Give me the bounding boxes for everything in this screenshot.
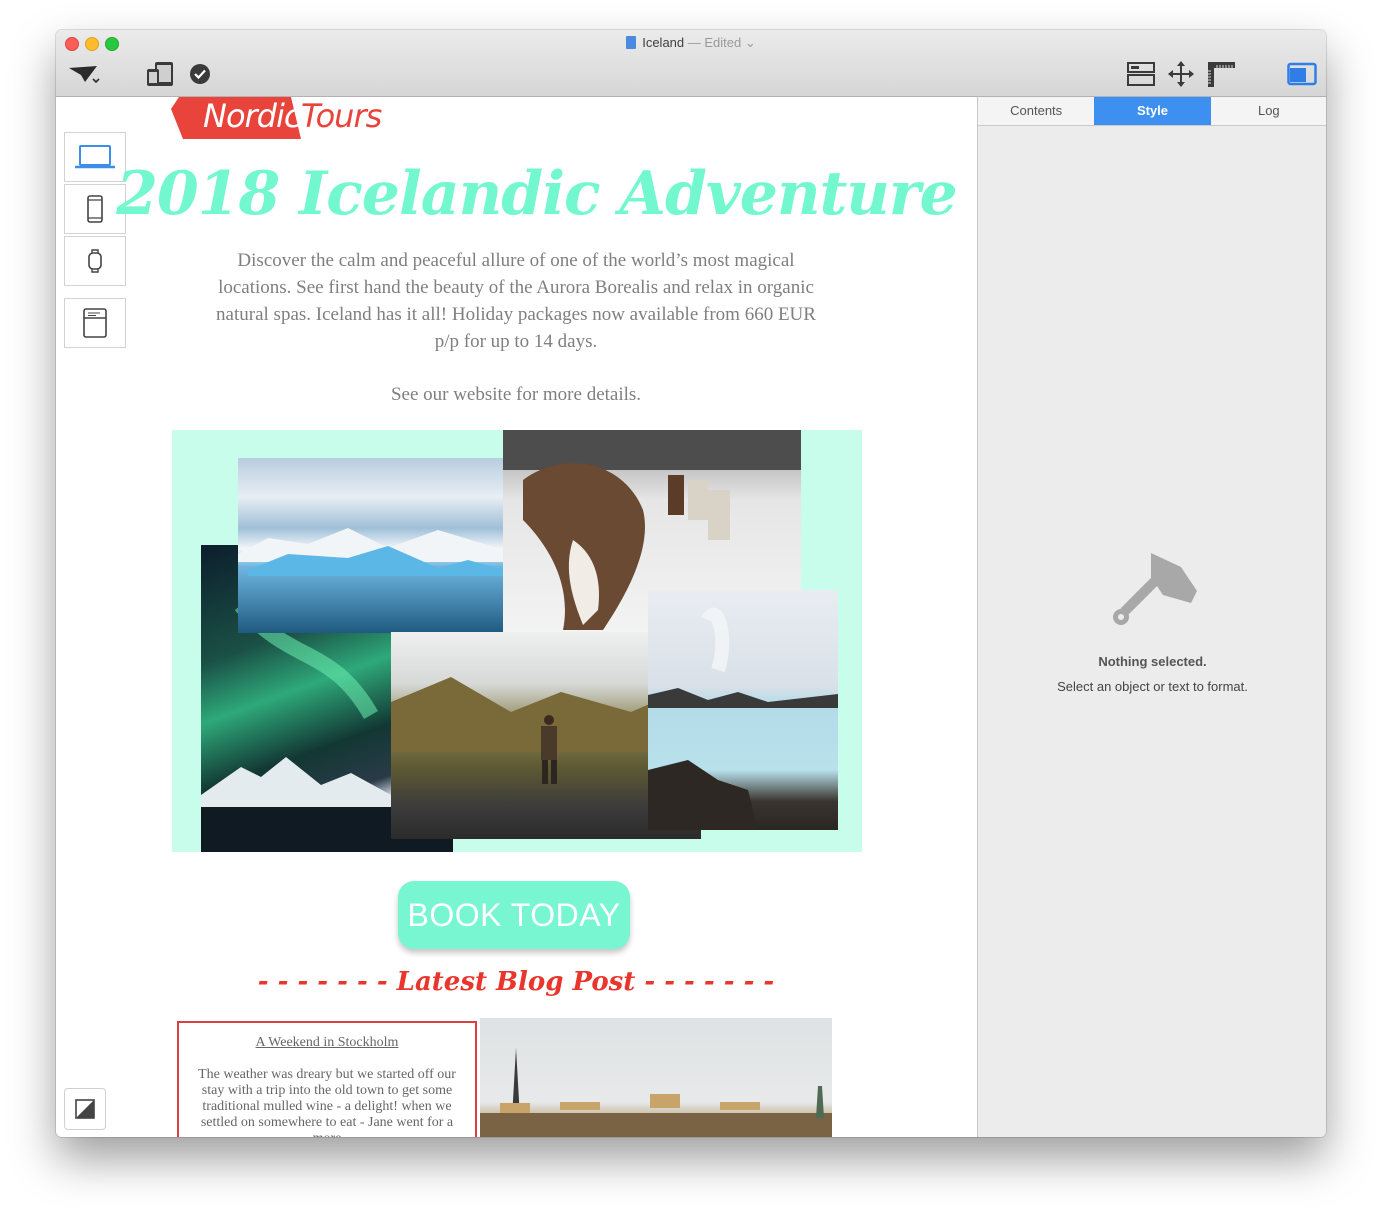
rulers-button[interactable]: [1204, 60, 1238, 88]
chevron-down-icon[interactable]: ⌄: [745, 35, 756, 50]
check-button[interactable]: [188, 60, 212, 88]
watch-icon: [88, 249, 102, 273]
inspector-tabs: Contents Style Log: [978, 97, 1326, 126]
sidebar-icon: [1287, 62, 1317, 86]
document-window-icon: [83, 308, 107, 338]
details-text[interactable]: See our website for more details.: [206, 384, 826, 406]
checkmark-circle-icon: [190, 64, 210, 84]
tab-log[interactable]: Log: [1211, 97, 1326, 125]
latest-blog-post-heading[interactable]: - - - - - - - Latest Blog Post - - - - -…: [236, 967, 796, 997]
tab-style[interactable]: Style: [1094, 97, 1211, 125]
ruler-icon: [1208, 62, 1235, 87]
move-button[interactable]: [1164, 60, 1198, 88]
style-empty-state: Nothing selected. Select an object or te…: [978, 547, 1326, 694]
watch-preview-button[interactable]: [64, 236, 126, 286]
book-today-button[interactable]: BOOK TODAY: [398, 881, 630, 949]
email-canvas: Nordic Tours 2018 Icelandic Adventure Di…: [56, 97, 977, 1137]
edited-status: — Edited: [687, 35, 742, 50]
steam-icon: [648, 607, 838, 830]
headline[interactable]: 2018 Icelandic Adventure: [56, 159, 977, 229]
plain-text-preview-button[interactable]: [64, 298, 126, 348]
inspector-panel: Contents Style Log Nothing selected. Sel…: [977, 97, 1326, 1137]
toolbar: Iceland — Edited ⌄: [56, 30, 1326, 97]
blog-post-title[interactable]: A Weekend in Stockholm: [179, 1035, 475, 1051]
nordic-tours-logo[interactable]: Nordic Tours: [171, 97, 386, 139]
intro-paragraph[interactable]: Discover the calm and peaceful allure of…: [206, 247, 826, 355]
toggle-sidebar-button[interactable]: [1286, 60, 1318, 88]
app-window: Iceland — Edited ⌄ Nordic Tours 2018 Ice…: [56, 30, 1326, 1137]
logo-text-right: Tours: [301, 97, 382, 135]
preview-devices-button[interactable]: [142, 60, 178, 88]
tab-contents[interactable]: Contents: [978, 97, 1094, 125]
select-object-hint: Select an object or text to format.: [1057, 679, 1248, 694]
paint-brush-icon: [1112, 553, 1197, 625]
city-skyline-icon: [480, 1048, 832, 1137]
iceberg-icon: [238, 528, 504, 576]
document-icon: [626, 36, 637, 49]
layers-icon: [75, 1099, 95, 1119]
devices-icon: [147, 62, 173, 86]
window-title: Iceland — Edited ⌄: [56, 35, 1326, 51]
logo-text-left: Nordic: [203, 97, 301, 135]
blog-post-card[interactable]: A Weekend in Stockholm The weather was d…: [177, 1021, 477, 1137]
send-button[interactable]: [64, 60, 104, 88]
stockholm-photo[interactable]: [480, 1018, 832, 1137]
layout-icon: [1127, 62, 1155, 86]
layout-button[interactable]: [1124, 60, 1158, 88]
glacier-lagoon-photo[interactable]: [238, 458, 504, 633]
blog-post-excerpt: The weather was dreary but we started of…: [198, 1067, 456, 1137]
nothing-selected-label: Nothing selected.: [1098, 654, 1207, 669]
move-arrows-icon: [1168, 61, 1194, 87]
blue-lagoon-photo[interactable]: [648, 590, 838, 830]
paper-plane-icon: [69, 66, 100, 84]
photo-collage[interactable]: [172, 430, 862, 852]
layers-button[interactable]: [64, 1088, 106, 1130]
